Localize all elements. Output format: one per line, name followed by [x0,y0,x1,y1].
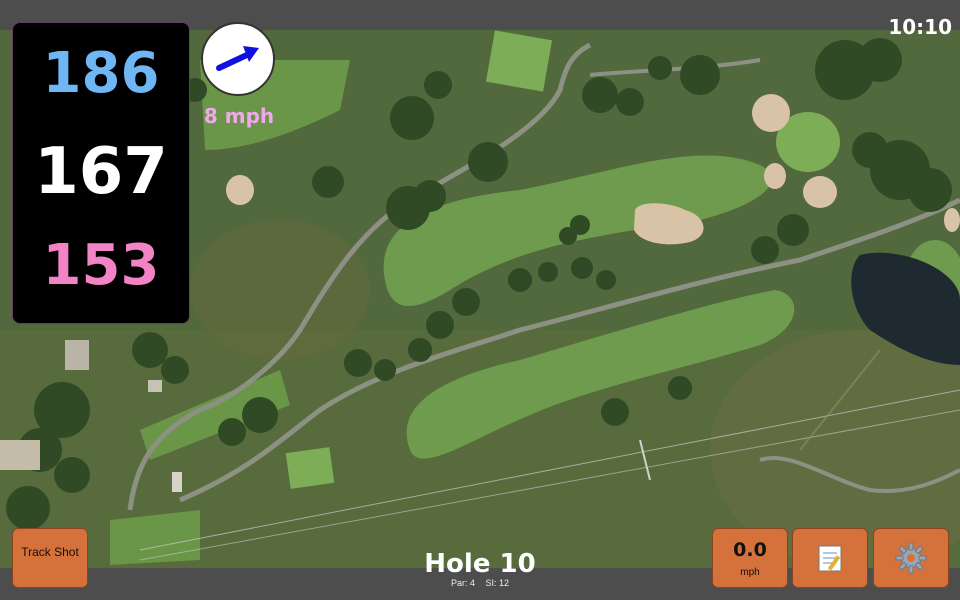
wind-indicator [201,22,275,96]
speed-unit: mph [740,567,760,578]
speed-button[interactable]: 0.0 mph [712,528,788,588]
track-shot-label: Track Shot [21,545,79,559]
gear-icon [895,542,927,574]
clock: 10:10 [888,15,952,39]
notes-button[interactable] [792,528,868,588]
wind-speed: 8 mph [203,104,275,128]
distance-back: 186 [42,41,160,106]
settings-button[interactable] [873,528,949,588]
track-shot-button[interactable]: Track Shot [12,528,88,588]
distance-front: 153 [42,233,160,298]
hole-par: Par: 4 [450,578,475,588]
hole-info: Hole 10 Par: 4 SI: 12 [380,550,580,588]
wind-arrow-icon [216,46,259,71]
speed-value: 0.0 [733,539,767,561]
distance-panel: 186 167 153 [12,22,190,324]
hole-details: Par: 4 SI: 12 [380,578,580,588]
hole-si: SI: 12 [485,578,510,588]
distance-middle: 167 [34,135,168,209]
hole-title: Hole 10 [424,549,536,579]
notepad-icon [818,545,842,572]
